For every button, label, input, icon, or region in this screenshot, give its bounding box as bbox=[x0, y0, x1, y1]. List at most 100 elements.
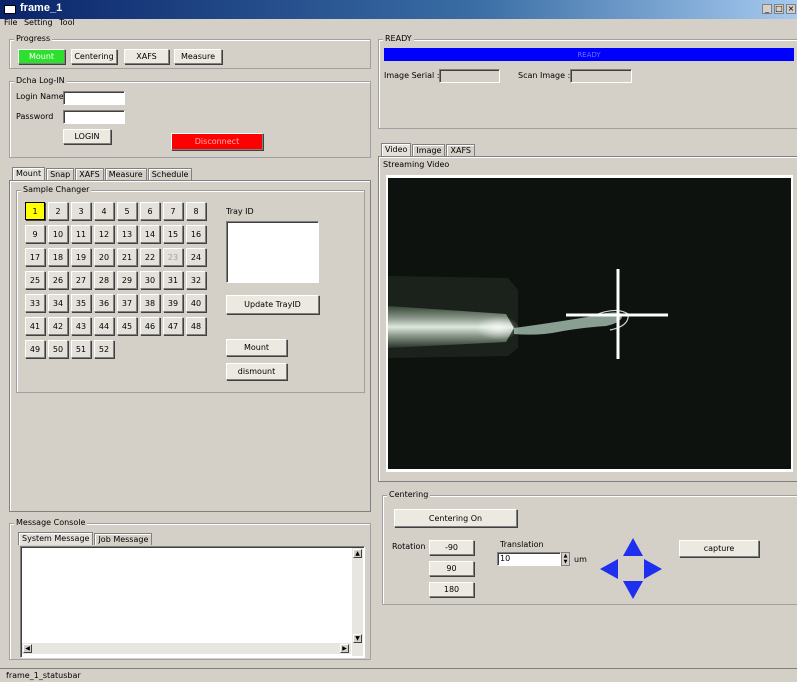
rotate-180-button[interactable]: 180 bbox=[429, 582, 474, 597]
sample-cell-20[interactable]: 20 bbox=[94, 248, 114, 266]
sample-cell-33[interactable]: 33 bbox=[25, 294, 45, 312]
password-input[interactable] bbox=[63, 110, 125, 124]
login-name-input[interactable] bbox=[63, 91, 125, 105]
menu-tool[interactable]: Tool bbox=[59, 18, 75, 27]
tab-xafs[interactable]: XAFS bbox=[75, 168, 104, 180]
translation-spinner[interactable]: ▲ ▼ bbox=[561, 552, 570, 566]
progress-measure-button[interactable]: Measure bbox=[174, 49, 222, 64]
sample-cell-40[interactable]: 40 bbox=[186, 294, 206, 312]
sample-cell-39[interactable]: 39 bbox=[163, 294, 183, 312]
horizontal-scrollbar[interactable]: ◀ ▶ bbox=[22, 643, 351, 654]
disconnect-button[interactable]: Disconnect bbox=[171, 133, 263, 150]
sample-cell-31[interactable]: 31 bbox=[163, 271, 183, 289]
sample-cell-2[interactable]: 2 bbox=[48, 202, 68, 220]
sample-cell-1[interactable]: 1 bbox=[25, 202, 45, 220]
sample-cell-21[interactable]: 21 bbox=[117, 248, 137, 266]
sample-cell-38[interactable]: 38 bbox=[140, 294, 160, 312]
sample-cell-41[interactable]: 41 bbox=[25, 317, 45, 335]
sample-cell-49[interactable]: 49 bbox=[25, 340, 45, 358]
sample-cell-15[interactable]: 15 bbox=[163, 225, 183, 243]
sample-cell-18[interactable]: 18 bbox=[48, 248, 68, 266]
sample-cell-42[interactable]: 42 bbox=[48, 317, 68, 335]
translation-input[interactable]: 10 bbox=[497, 552, 561, 566]
move-right-arrow-icon[interactable] bbox=[644, 559, 662, 579]
close-button[interactable]: × bbox=[786, 4, 796, 14]
capture-button[interactable]: capture bbox=[679, 540, 759, 557]
tab-image[interactable]: Image bbox=[412, 144, 446, 156]
centering-on-button[interactable]: Centering On bbox=[394, 509, 517, 527]
tab-mount[interactable]: Mount bbox=[12, 167, 46, 180]
sample-cell-10[interactable]: 10 bbox=[48, 225, 68, 243]
menu-setting[interactable]: Setting bbox=[24, 18, 53, 27]
sample-cell-3[interactable]: 3 bbox=[71, 202, 91, 220]
message-textarea[interactable] bbox=[20, 546, 365, 658]
sample-cell-25[interactable]: 25 bbox=[25, 271, 45, 289]
spin-down-icon[interactable]: ▼ bbox=[562, 559, 569, 565]
sample-cell-51[interactable]: 51 bbox=[71, 340, 91, 358]
sample-cell-47[interactable]: 47 bbox=[163, 317, 183, 335]
move-up-arrow-icon[interactable] bbox=[623, 538, 643, 556]
sample-cell-48[interactable]: 48 bbox=[186, 317, 206, 335]
progress-mount-button[interactable]: Mount bbox=[18, 49, 65, 64]
sample-cell-45[interactable]: 45 bbox=[117, 317, 137, 335]
tab-job-message[interactable]: Job Message bbox=[94, 533, 153, 545]
sample-cell-37[interactable]: 37 bbox=[117, 294, 137, 312]
sample-cell-11[interactable]: 11 bbox=[71, 225, 91, 243]
tab-system-message[interactable]: System Message bbox=[18, 532, 94, 545]
menu-file[interactable]: File bbox=[4, 18, 17, 27]
tab-xafs-right[interactable]: XAFS bbox=[446, 144, 475, 156]
sample-cell-29[interactable]: 29 bbox=[117, 271, 137, 289]
vertical-scrollbar[interactable]: ▲ ▼ bbox=[352, 548, 363, 656]
sample-cell-34[interactable]: 34 bbox=[48, 294, 68, 312]
move-down-arrow-icon[interactable] bbox=[623, 581, 643, 599]
progress-xafs-button[interactable]: XAFS bbox=[124, 49, 169, 64]
login-button[interactable]: LOGIN bbox=[63, 129, 111, 144]
dismount-button[interactable]: dismount bbox=[226, 363, 287, 380]
progress-centering-button[interactable]: Centering bbox=[71, 49, 117, 64]
scroll-left-icon[interactable]: ◀ bbox=[23, 644, 32, 653]
sample-cell-12[interactable]: 12 bbox=[94, 225, 114, 243]
scroll-up-icon[interactable]: ▲ bbox=[353, 549, 362, 558]
streaming-video[interactable] bbox=[386, 175, 793, 472]
sample-cell-8[interactable]: 8 bbox=[186, 202, 206, 220]
sample-cell-16[interactable]: 16 bbox=[186, 225, 206, 243]
tab-video[interactable]: Video bbox=[381, 143, 412, 156]
sample-cell-50[interactable]: 50 bbox=[48, 340, 68, 358]
scroll-down-icon[interactable]: ▼ bbox=[353, 634, 362, 643]
sample-cell-17[interactable]: 17 bbox=[25, 248, 45, 266]
sample-cell-23[interactable]: 23 bbox=[163, 248, 183, 266]
tab-snap[interactable]: Snap bbox=[46, 168, 75, 180]
sample-cell-26[interactable]: 26 bbox=[48, 271, 68, 289]
sample-cell-6[interactable]: 6 bbox=[140, 202, 160, 220]
sample-cell-22[interactable]: 22 bbox=[140, 248, 160, 266]
update-trayid-button[interactable]: Update TrayID bbox=[226, 295, 319, 314]
sample-cell-4[interactable]: 4 bbox=[94, 202, 114, 220]
sample-cell-46[interactable]: 46 bbox=[140, 317, 160, 335]
sample-cell-28[interactable]: 28 bbox=[94, 271, 114, 289]
sample-cell-7[interactable]: 7 bbox=[163, 202, 183, 220]
sample-cell-5[interactable]: 5 bbox=[117, 202, 137, 220]
sample-cell-43[interactable]: 43 bbox=[71, 317, 91, 335]
tab-measure[interactable]: Measure bbox=[104, 168, 147, 180]
tray-id-input[interactable] bbox=[226, 221, 319, 283]
rotate-90-button[interactable]: 90 bbox=[429, 561, 474, 576]
sample-cell-9[interactable]: 9 bbox=[25, 225, 45, 243]
sample-cell-27[interactable]: 27 bbox=[71, 271, 91, 289]
sample-cell-52[interactable]: 52 bbox=[94, 340, 114, 358]
scroll-right-icon[interactable]: ▶ bbox=[340, 644, 349, 653]
move-left-arrow-icon[interactable] bbox=[600, 559, 618, 579]
rotate-minus90-button[interactable]: -90 bbox=[429, 540, 474, 555]
sample-cell-24[interactable]: 24 bbox=[186, 248, 206, 266]
sample-cell-14[interactable]: 14 bbox=[140, 225, 160, 243]
sample-cell-19[interactable]: 19 bbox=[71, 248, 91, 266]
sample-cell-35[interactable]: 35 bbox=[71, 294, 91, 312]
sample-cell-13[interactable]: 13 bbox=[117, 225, 137, 243]
sample-cell-36[interactable]: 36 bbox=[94, 294, 114, 312]
minimize-button[interactable]: _ bbox=[762, 4, 772, 14]
mount-button[interactable]: Mount bbox=[226, 339, 287, 356]
maximize-button[interactable]: □ bbox=[774, 4, 784, 14]
tab-schedule[interactable]: Schedule bbox=[147, 168, 193, 180]
sample-cell-30[interactable]: 30 bbox=[140, 271, 160, 289]
sample-cell-44[interactable]: 44 bbox=[94, 317, 114, 335]
sample-cell-32[interactable]: 32 bbox=[186, 271, 206, 289]
